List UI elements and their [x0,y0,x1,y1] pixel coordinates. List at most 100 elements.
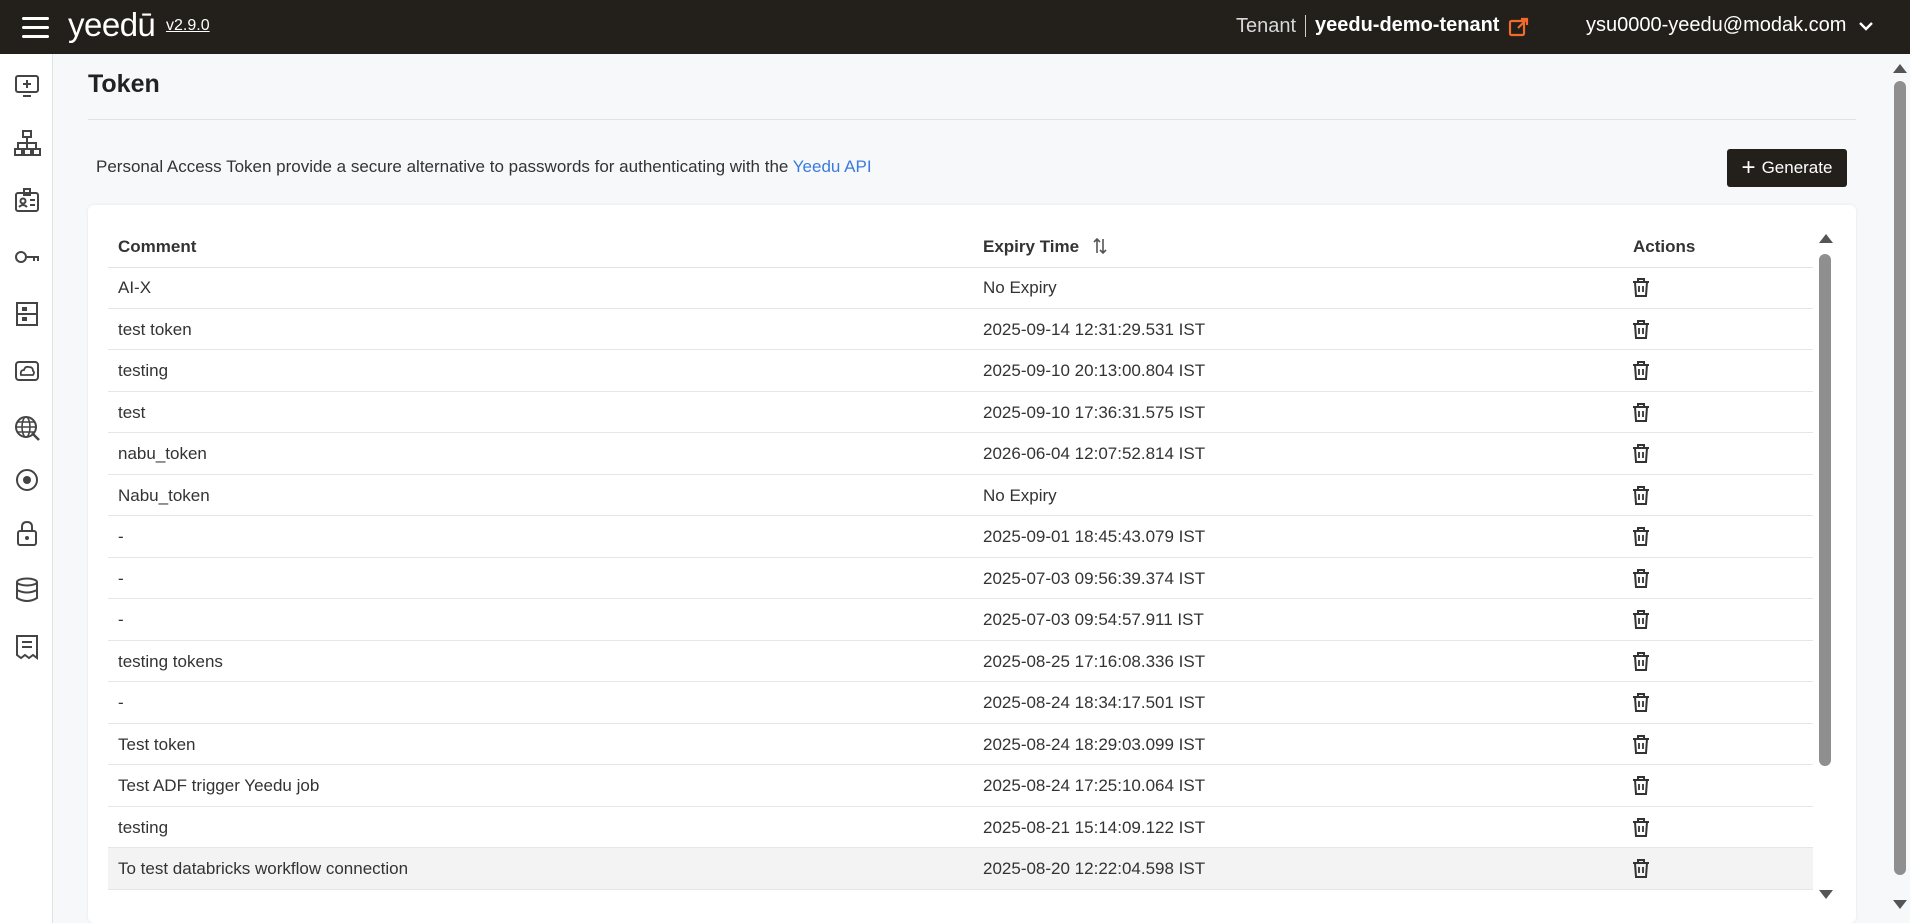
token-expiry: 2025-09-10 17:36:31.575 IST [983,402,1206,422]
table-row[interactable]: Test ADF trigger Yeedu job 2025-08-24 17:… [108,765,1813,807]
network-globe-icon[interactable] [13,414,41,442]
table-row[interactable]: testing tokens 2025-08-25 17:16:08.336 IS… [108,641,1813,682]
lock-icon[interactable] [13,519,41,547]
receipt-icon[interactable] [13,633,41,661]
column-header-expiry[interactable]: Expiry Time [983,237,1108,257]
token-expiry: 2025-07-03 09:54:57.911 IST [983,610,1204,629]
cloud-drive-icon[interactable] [13,357,41,385]
token-comment: To test databricks workflow connection [118,859,409,878]
page-title: Token [88,70,160,98]
yeedu-api-link[interactable]: Yeedu API [793,157,872,176]
token-comment: testing [118,361,169,380]
top-bar: yeedū v2.9.0 Tenant yeedu-demo-tenant ys… [0,0,1910,54]
generate-button[interactable]: + Generate [1727,149,1847,187]
table-scroll-up-arrow[interactable] [1819,234,1833,243]
delete-trash-icon[interactable] [1630,608,1652,630]
tenant-divider [1305,15,1306,37]
token-expiry: 2025-08-20 12:22:04.598 IST [983,859,1206,878]
token-comment: AI-X [118,278,152,297]
plus-icon: + [1741,154,1756,181]
sort-icon[interactable] [1092,237,1108,255]
token-comment: test token [118,319,192,339]
token-comment: - [118,693,124,712]
tenant-name[interactable]: yeedu-demo-tenant [1315,14,1499,37]
tenant-label: Tenant [1236,15,1297,37]
table-row[interactable]: Nabu_token No Expiry [108,475,1813,516]
delete-trash-icon[interactable] [1630,318,1652,340]
table-header: Comment Expiry Time Actions [108,225,1813,268]
table-row[interactable]: test 2025-09-10 17:36:31.575 IST [108,392,1813,433]
generate-label: Generate [1761,158,1833,177]
table-row[interactable]: - 2025-09-01 18:45:43.079 IST [108,516,1813,558]
token-expiry: 2025-08-25 17:16:08.336 IST [983,651,1206,671]
delete-trash-icon[interactable] [1630,774,1652,796]
column-header-actions: Actions [1633,237,1696,256]
table-row[interactable]: test token 2025-09-14 12:31:29.531 IST [108,309,1813,350]
token-expiry: 2025-09-01 18:45:43.079 IST [983,527,1206,546]
token-expiry: 2026-06-04 12:07:52.814 IST [983,444,1206,463]
delete-trash-icon[interactable] [1630,484,1652,506]
delete-trash-icon[interactable] [1630,276,1652,298]
table-row[interactable]: - 2025-08-24 18:34:17.501 IST [108,682,1813,724]
add-screen-icon[interactable] [13,72,41,100]
token-comment: Test token [118,734,196,754]
token-comment: nabu_token [118,444,207,463]
token-comment: testing [118,817,169,837]
token-expiry: No Expiry [983,485,1057,505]
sidebar [0,54,53,923]
cluster-hierarchy-icon[interactable] [13,129,41,157]
token-expiry: 2025-08-24 17:25:10.064 IST [983,776,1206,795]
delete-trash-icon[interactable] [1630,650,1652,672]
token-comment: Test ADF trigger Yeedu job [118,776,320,795]
token-comment: Nabu_token [118,485,210,505]
brand-logo[interactable]: yeedū [68,6,156,44]
token-comment: testing tokens [118,651,223,671]
token-expiry: 2025-08-24 18:29:03.099 IST [983,734,1206,754]
database-icon[interactable] [13,576,41,604]
external-link-icon[interactable] [1508,16,1530,38]
column-header-expiry-label: Expiry Time [983,237,1080,256]
delete-trash-icon[interactable] [1630,359,1652,381]
key-icon[interactable] [13,243,41,271]
table-row[interactable]: nabu_token 2026-06-04 12:07:52.814 IST [108,433,1813,475]
building-icon[interactable] [13,300,41,328]
title-divider [88,119,1856,120]
token-expiry: 2025-08-24 18:34:17.501 IST [983,693,1206,712]
id-badge-icon[interactable] [13,186,41,214]
table-scrollbar-thumb[interactable] [1819,254,1831,766]
table-row[interactable]: AI-X No Expiry [108,267,1813,309]
description-text: Personal Access Token provide a secure a… [96,157,789,176]
delete-trash-icon[interactable] [1630,691,1652,713]
delete-trash-icon[interactable] [1630,816,1652,838]
table-row[interactable]: - 2025-07-03 09:56:39.374 IST [108,558,1813,599]
delete-trash-icon[interactable] [1630,567,1652,589]
column-header-comment: Comment [118,237,197,256]
token-comment: - [118,568,124,588]
version-link[interactable]: v2.9.0 [166,17,210,35]
token-comment: test [118,402,146,422]
page-scrollbar-thumb[interactable] [1894,81,1906,875]
table-row[interactable]: To test databricks workflow connection 20… [108,848,1813,890]
table-row[interactable]: - 2025-07-03 09:54:57.911 IST [108,599,1813,641]
token-expiry: 2025-09-10 20:13:00.804 IST [983,361,1206,380]
delete-trash-icon[interactable] [1630,442,1652,464]
token-expiry: No Expiry [983,278,1057,297]
table-scroll-down-arrow[interactable] [1819,890,1833,899]
token-comment: - [118,527,124,546]
table-row[interactable]: testing 2025-09-10 20:13:00.804 IST [108,350,1813,392]
hamburger-menu-icon[interactable] [22,17,49,38]
chevron-down-icon[interactable] [1858,19,1874,33]
page-scroll-down-arrow[interactable] [1893,900,1907,909]
delete-trash-icon[interactable] [1630,733,1652,755]
page-description: Personal Access Token provide a secure a… [96,157,872,177]
target-icon[interactable] [13,466,41,494]
delete-trash-icon[interactable] [1630,525,1652,547]
page-scroll-up-arrow[interactable] [1893,64,1907,73]
token-expiry: 2025-09-14 12:31:29.531 IST [983,319,1206,339]
table-row[interactable]: testing 2025-08-21 15:14:09.122 IST [108,807,1813,848]
delete-trash-icon[interactable] [1630,401,1652,423]
table-row[interactable]: Test token 2025-08-24 18:29:03.099 IST [108,724,1813,765]
token-expiry: 2025-08-21 15:14:09.122 IST [983,817,1206,837]
user-email[interactable]: ysu0000-yeedu@modak.com [1586,14,1846,37]
delete-trash-icon[interactable] [1630,857,1652,879]
